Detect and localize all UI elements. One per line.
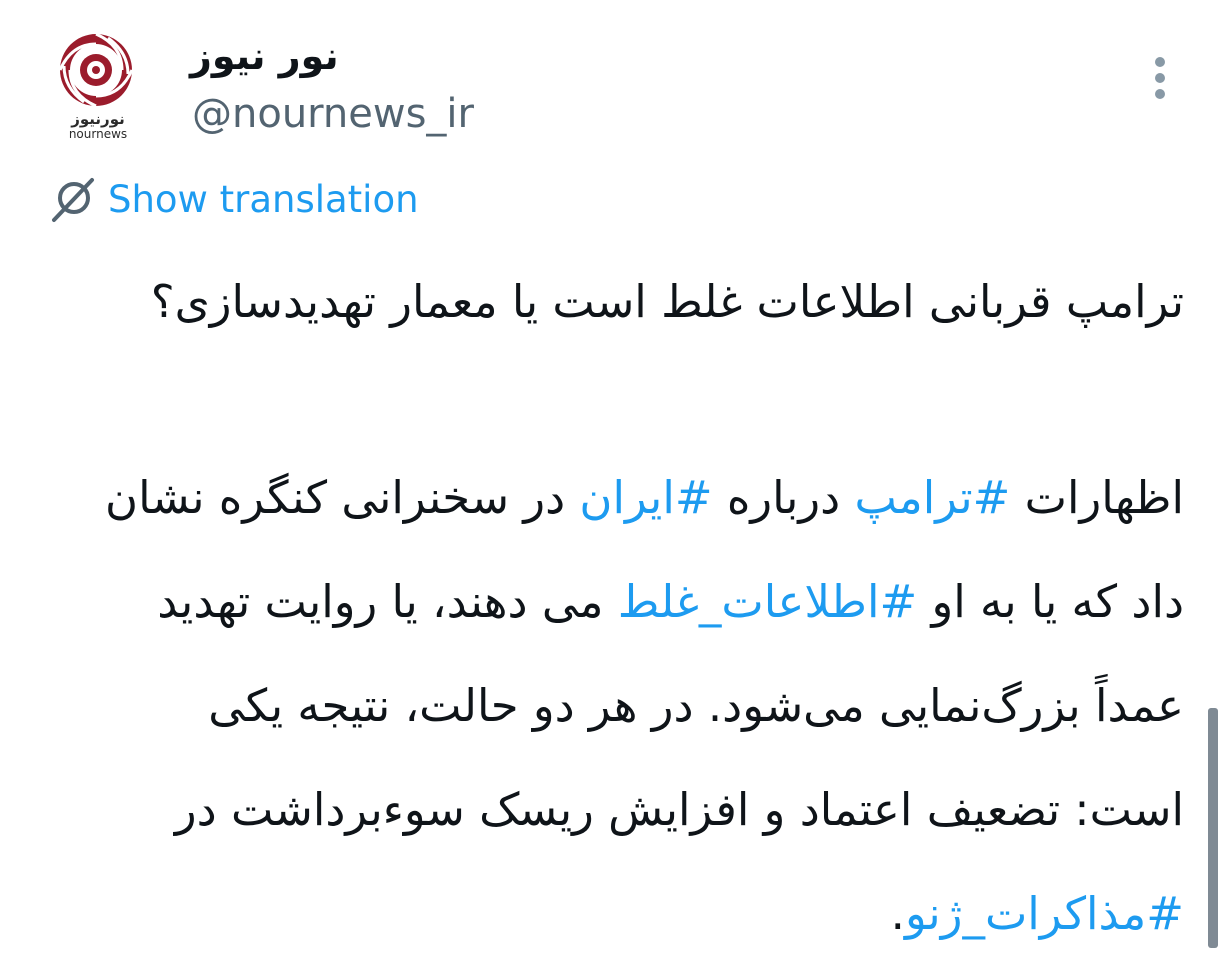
text-segment: .: [890, 887, 905, 940]
more-options-button[interactable]: [1140, 56, 1180, 100]
tweet-line: است: تضعیف اعتماد و افزایش ریسک سوءبرداش…: [174, 783, 1184, 836]
nournews-logo-icon: [58, 32, 134, 108]
hashtag-link[interactable]: #اطلاعات_غلط: [618, 575, 917, 628]
text-segment: داد که یا به او: [917, 575, 1184, 628]
author-handle[interactable]: @nournews_ir: [192, 90, 474, 138]
show-translation-label: Show translation: [108, 178, 419, 221]
avatar-logo-latin: nournews: [68, 127, 128, 141]
hashtag-link[interactable]: #ترامپ: [854, 471, 1010, 524]
text-segment: می دهند، یا روایت تهدید: [157, 575, 618, 628]
tweet-text: ترامپ قربانی اطلاعات غلط است یا معمار ته…: [44, 262, 1184, 966]
text-segment: در سخنرانی کنگره نشان: [105, 471, 580, 524]
tweet-headline: ترامپ قربانی اطلاعات غلط است یا معمار ته…: [150, 275, 1184, 328]
more-vertical-icon: [1155, 57, 1165, 99]
text-segment: اظهارات: [1010, 471, 1184, 524]
tweet-line: #مذاکرات_ژنو.: [44, 862, 1184, 966]
translate-globe-icon: [52, 178, 94, 222]
avatar[interactable]: نورنیوز nournews: [48, 30, 148, 146]
show-translation-button[interactable]: Show translation: [48, 174, 419, 226]
avatar-logo-text: نورنیوز: [71, 110, 125, 128]
tweet-line: اظهارات #ترامپ درباره #ایران در سخنرانی …: [44, 446, 1184, 550]
hashtag-link[interactable]: #ایران: [579, 471, 712, 524]
scrollbar-thumb[interactable]: [1208, 708, 1218, 948]
tweet-line: عمداً بزرگ‌نمایی می‌شود. در هر دو حالت، …: [208, 679, 1184, 732]
text-segment: درباره: [712, 471, 855, 524]
author-display-name[interactable]: نور نیوز: [190, 32, 339, 80]
tweet-line: داد که یا به او #اطلاعات_غلط می دهند، یا…: [44, 550, 1184, 654]
hashtag-link[interactable]: #مذاکرات_ژنو: [905, 887, 1184, 940]
